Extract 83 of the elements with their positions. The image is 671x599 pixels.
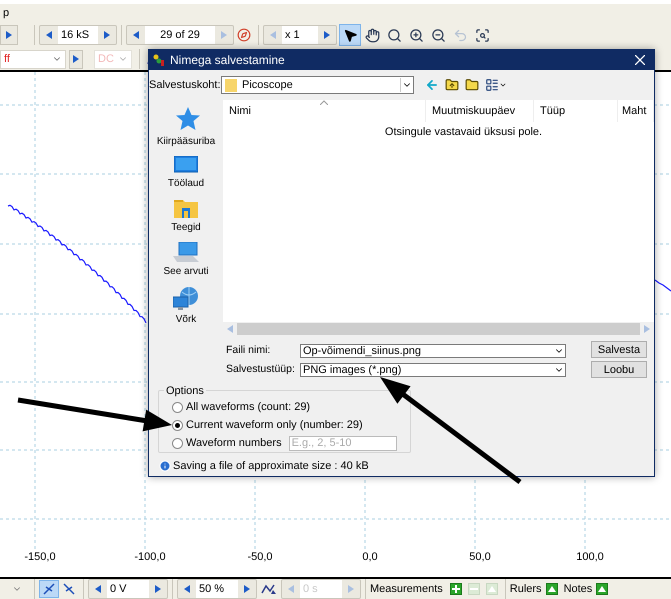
- radio-button[interactable]: [172, 438, 183, 449]
- waveform-line: [654, 280, 671, 292]
- radio-button[interactable]: [172, 420, 183, 431]
- sort-caret-icon: [320, 100, 328, 105]
- file-type-dropdown[interactable]: PNG images (*.png): [300, 363, 566, 377]
- trigger-button[interactable]: [39, 580, 59, 598]
- new-folder-button[interactable]: [464, 77, 480, 93]
- axis-label: -50,0: [247, 550, 273, 564]
- column-header[interactable]: Muutmiskuupäev: [426, 100, 534, 122]
- network-icon: [173, 286, 199, 310]
- info-icon: [159, 460, 171, 472]
- tool-button[interactable]: [339, 24, 361, 46]
- location-label: Salvestuskoht:: [149, 78, 221, 93]
- plus-icon: [452, 585, 460, 593]
- triangle-icon: [548, 585, 556, 593]
- zoom-fit-icon: [474, 28, 490, 42]
- folder-icon: [174, 198, 198, 218]
- dialog-title: Nimega salvestamine: [170, 52, 286, 69]
- column-header[interactable]: Tüüp: [534, 100, 618, 122]
- next-button[interactable]: [0, 25, 18, 45]
- range-dropdown[interactable]: ff: [0, 50, 66, 68]
- zoom-in-icon: [408, 28, 424, 42]
- laptop-icon: [173, 242, 199, 262]
- axis-label: 100,0: [576, 550, 604, 564]
- notes-button[interactable]: [596, 583, 608, 595]
- waveform-numbers-field[interactable]: E.g., 2, 5-10: [288, 436, 397, 451]
- column-header[interactable]: Maht: [618, 100, 654, 122]
- pointer-icon: [342, 28, 358, 42]
- folder-icon: [225, 78, 237, 92]
- radio-label: Waveform numbers: [186, 436, 282, 452]
- rulers-label: Rulers: [510, 582, 542, 597]
- scroll-left-icon: [227, 325, 233, 333]
- radio-label: All waveforms (count: 29): [186, 400, 310, 416]
- notes-label: Notes: [564, 582, 592, 597]
- axis-label: -150,0: [24, 550, 56, 564]
- list-view-icon: [485, 78, 499, 92]
- right-arrow-icon: [6, 31, 12, 39]
- column-header[interactable]: Nimi: [223, 100, 426, 122]
- close-icon: [635, 55, 645, 65]
- add-measurement-button[interactable]: [450, 583, 462, 595]
- scroll-right-icon: [644, 325, 650, 333]
- file-type-label: Salvestustüüp:: [226, 362, 296, 378]
- file-name-field[interactable]: Op-võimendi_siinus.png: [300, 344, 566, 358]
- undo-icon: [452, 28, 468, 42]
- place-item[interactable]: Töölaud: [168, 156, 204, 191]
- zoom-icon: [386, 28, 402, 42]
- place-item[interactable]: Teegid: [171, 198, 201, 235]
- measurements-label: Measurements: [370, 582, 443, 597]
- dialog-button[interactable]: Loobu: [591, 361, 647, 378]
- triangle-icon: [598, 585, 606, 593]
- place-item[interactable]: See arvuti: [163, 242, 209, 279]
- axis-label: 50,0: [469, 550, 491, 564]
- triangle-icon: [488, 585, 496, 593]
- axis-label: 0,0: [362, 550, 378, 564]
- up-folder-button[interactable]: [444, 77, 460, 93]
- minus-icon: [470, 585, 478, 593]
- folder-up-icon: [445, 78, 459, 92]
- hand-icon: [364, 28, 380, 42]
- desktop-icon: [174, 156, 198, 174]
- radio-button[interactable]: [172, 402, 183, 413]
- trigger-position-icon: [261, 583, 277, 595]
- radio-label: Current waveform only (number: 29): [186, 418, 363, 434]
- falling-edge-icon: [63, 583, 75, 595]
- next-button[interactable]: [69, 50, 83, 68]
- dialog-button[interactable]: Salvesta: [591, 341, 647, 358]
- rulers-button[interactable]: [546, 583, 558, 595]
- empty-message: Otsingule vastavaid üksusi pole.: [384, 125, 542, 140]
- view-menu-button[interactable]: [484, 77, 508, 93]
- axis-label: -100,0: [134, 550, 166, 564]
- options-title: Options: [164, 383, 206, 400]
- new-folder-icon: [465, 78, 479, 92]
- place-item[interactable]: Kiirpääsuriba: [156, 106, 216, 149]
- compass-icon: [237, 28, 251, 42]
- zoom-out-icon: [430, 28, 446, 42]
- rising-edge-icon: [43, 583, 55, 595]
- info-text: Saving a file of approximate size : 40 kB: [173, 459, 369, 474]
- place-item[interactable]: Võrk: [173, 286, 199, 327]
- caret-icon: [499, 81, 507, 89]
- location-dropdown[interactable]: Picoscope: [221, 76, 414, 94]
- app-icon: [153, 54, 165, 66]
- right-arrow-icon: [73, 55, 79, 63]
- file-name-label: Faili nimi:: [226, 343, 272, 358]
- menu-item[interactable]: p: [3, 4, 10, 22]
